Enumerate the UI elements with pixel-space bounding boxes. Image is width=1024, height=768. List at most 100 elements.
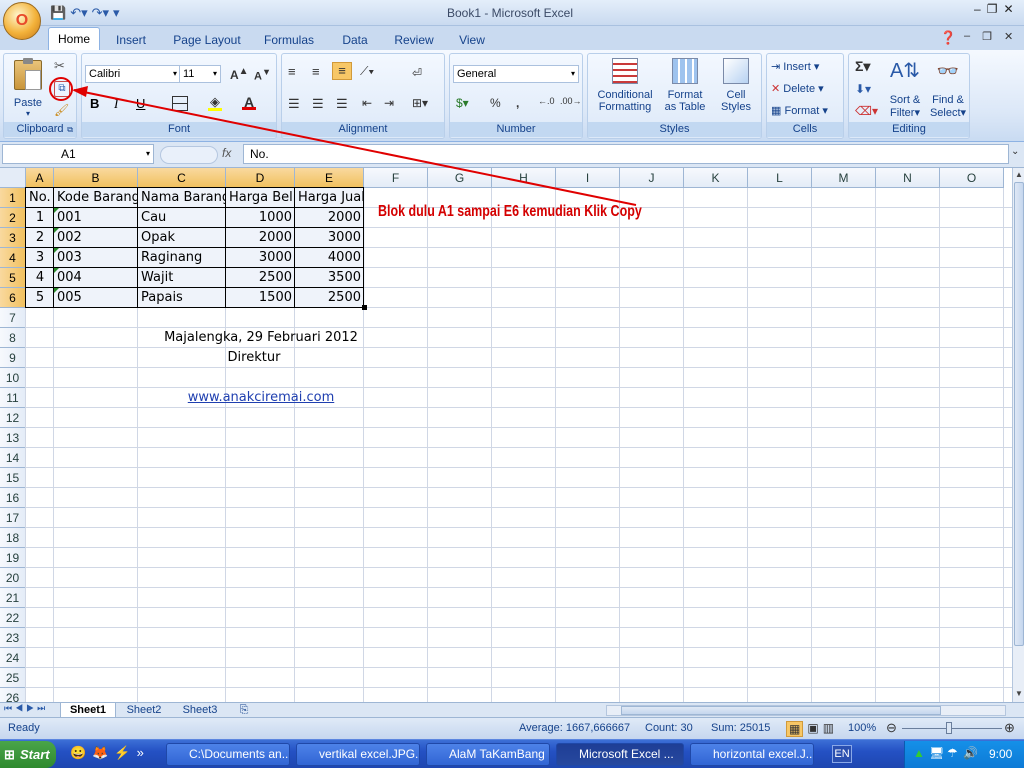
volume-icon[interactable]: 🔊 (963, 746, 978, 760)
tab-home[interactable]: Home (48, 27, 100, 50)
messenger-icon[interactable]: 😀 (70, 745, 86, 761)
horizontal-scrollbar[interactable] (606, 705, 1006, 716)
row-header-2[interactable]: 2 (0, 208, 26, 228)
website-link[interactable]: www.anakciremai.com (170, 388, 352, 408)
undo-icon[interactable]: ↶▾ (70, 5, 87, 21)
minimize-button[interactable]: – (974, 2, 981, 16)
table-header-cell[interactable]: Kode Barang (54, 188, 138, 208)
row-header-14[interactable]: 14 (0, 448, 26, 468)
column-header-c[interactable]: C (138, 168, 226, 188)
restore-button[interactable]: ❐ (987, 2, 998, 16)
italic-button[interactable]: I (114, 96, 118, 112)
row-header-8[interactable]: 8 (0, 328, 26, 348)
taskbar-item-horizontal[interactable]: horizontal excel.J... (690, 743, 814, 766)
column-header-l[interactable]: L (748, 168, 812, 188)
row-header-12[interactable]: 12 (0, 408, 26, 428)
help-icon[interactable]: ❓ (940, 30, 956, 46)
shrink-font-button[interactable]: A▼ (254, 67, 271, 83)
column-header-g[interactable]: G (428, 168, 492, 188)
office-button[interactable]: O (3, 2, 41, 40)
horizontal-scroll-thumb[interactable] (621, 706, 941, 715)
taskbar-item-browser[interactable]: AlaM TaKamBang ... (426, 743, 550, 766)
insert-function-button[interactable]: fx (222, 146, 231, 160)
row-header-7[interactable]: 7 (0, 308, 26, 328)
delete-cells-button[interactable]: ✕ Delete ▾ (771, 82, 824, 95)
table-cell[interactable]: 2500 (295, 288, 364, 308)
decrease-decimal-icon[interactable]: .00→ (560, 96, 582, 106)
customize-qat-icon[interactable]: ▾ (113, 5, 120, 21)
cell-styles-button[interactable]: Cell Styles (714, 58, 758, 113)
column-header-b[interactable]: B (54, 168, 138, 188)
table-cell[interactable]: Opak (138, 228, 226, 248)
redo-icon[interactable]: ↷▾ (92, 5, 109, 21)
wb-close-button[interactable]: ✕ (1004, 30, 1013, 43)
close-button[interactable]: ✕ (1003, 2, 1013, 16)
table-cell[interactable]: 2 (26, 228, 54, 248)
row-header-5[interactable]: 5 (0, 268, 26, 288)
row-header-13[interactable]: 13 (0, 428, 26, 448)
wrap-text-icon[interactable]: ⏎ (412, 66, 422, 80)
table-cell[interactable]: 2500 (226, 268, 295, 288)
font-name-select[interactable]: Calibri ▾ (85, 65, 181, 83)
taskbar-item-vertikal[interactable]: vertikal excel.JPG... (296, 743, 420, 766)
sheet-tab-sheet2[interactable]: Sheet2 (118, 703, 170, 718)
save-icon[interactable]: 💾 (50, 5, 66, 21)
grow-font-button[interactable]: A▲ (230, 66, 249, 82)
row-header-24[interactable]: 24 (0, 648, 26, 668)
table-cell[interactable]: 002 (54, 228, 138, 248)
sheet-nav-icons[interactable]: ⏮◀▶⏭ (4, 703, 48, 714)
table-cell[interactable]: 5 (26, 288, 54, 308)
table-cell[interactable]: 3000 (226, 248, 295, 268)
row-header-1[interactable]: 1 (0, 188, 26, 208)
row-header-6[interactable]: 6 (0, 288, 26, 308)
table-cell[interactable]: 001 (54, 208, 138, 228)
table-cell[interactable]: 2000 (226, 228, 295, 248)
table-cell[interactable]: Papais (138, 288, 226, 308)
tab-data[interactable]: Data (334, 30, 376, 50)
align-right-icon[interactable]: ☰ (336, 96, 348, 112)
paste-button[interactable]: Paste ▾ (10, 58, 46, 120)
start-button[interactable]: ⊞ Start (0, 741, 56, 768)
table-cell[interactable]: 1000 (226, 208, 295, 228)
row-header-11[interactable]: 11 (0, 388, 26, 408)
column-header-j[interactable]: J (620, 168, 684, 188)
column-header-m[interactable]: M (812, 168, 876, 188)
language-indicator[interactable]: EN (832, 745, 852, 763)
row-header-22[interactable]: 22 (0, 608, 26, 628)
cut-icon[interactable]: ✂ (54, 58, 65, 74)
column-header-e[interactable]: E (295, 168, 364, 188)
underline-button[interactable]: U (136, 96, 145, 111)
table-cell[interactable]: 3000 (295, 228, 364, 248)
column-header-i[interactable]: I (556, 168, 620, 188)
row-header-4[interactable]: 4 (0, 248, 26, 268)
align-left-icon[interactable]: ☰ (288, 96, 300, 112)
page-layout-view-icon[interactable]: ▣ (807, 721, 818, 737)
sheet-tab-sheet3[interactable]: Sheet3 (174, 703, 226, 718)
table-header-cell[interactable]: Harga Jual (295, 188, 364, 208)
row-header-10[interactable]: 10 (0, 368, 26, 388)
zoom-level[interactable]: 100% (848, 722, 876, 734)
comma-button[interactable]: , (516, 96, 519, 110)
increase-indent-icon[interactable]: ⇥ (384, 96, 394, 110)
expand-formula-bar-icon[interactable]: ⌄ (1011, 146, 1019, 157)
normal-view-icon[interactable]: ▦ (786, 721, 804, 737)
sort-filter-button[interactable]: A⇅ Sort & Filter▾ (885, 58, 925, 119)
tab-view[interactable]: View (452, 30, 492, 50)
autosum-button[interactable]: Σ▾ (855, 58, 870, 75)
column-header-h[interactable]: H (492, 168, 556, 188)
row-header-25[interactable]: 25 (0, 668, 26, 688)
tab-review[interactable]: Review (388, 30, 440, 50)
safely-remove-icon[interactable]: ☂ (947, 746, 958, 760)
row-header-23[interactable]: 23 (0, 628, 26, 648)
row-header-15[interactable]: 15 (0, 468, 26, 488)
decrease-indent-icon[interactable]: ⇤ (362, 96, 372, 110)
increase-decimal-icon[interactable]: ←.0 (538, 96, 555, 106)
app-launch-icon[interactable]: ⚡ (114, 745, 130, 761)
worksheet-grid[interactable]: ABCDEFGHIJKLMNO 1 2 3 4 5 6 7 8 9 10 11 12 13 14 15 16 1… (0, 168, 1012, 702)
clear-icon[interactable]: ⌫▾ (855, 104, 878, 118)
font-color-button[interactable]: A (242, 94, 256, 110)
formula-bar-expander[interactable] (160, 146, 218, 164)
table-header-cell[interactable]: Harga Beli (226, 188, 295, 208)
wb-minimize-button[interactable]: – (964, 30, 970, 43)
percent-button[interactable]: % (490, 96, 501, 110)
